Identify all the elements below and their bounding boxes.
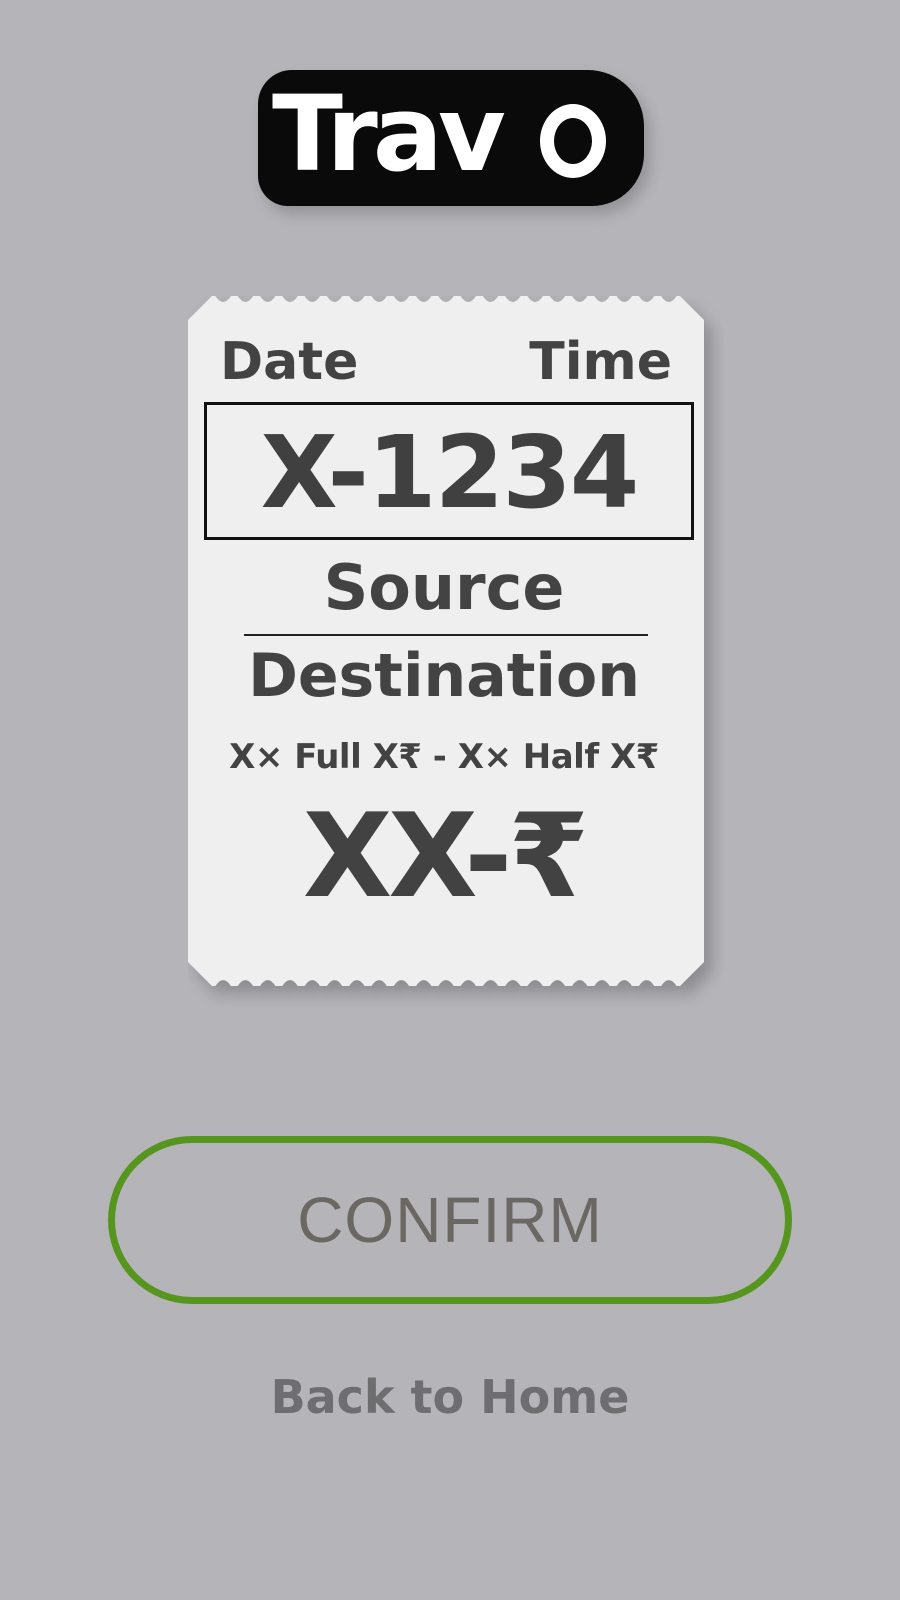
logo-ring-icon (540, 104, 606, 178)
time-label: Time (529, 332, 672, 392)
route-divider (244, 634, 648, 636)
source-label: Source (323, 551, 565, 624)
ticket-card: Date Time X-1234 Source Destination X× F… (188, 296, 724, 1008)
bus-number: X-1234 (260, 414, 640, 531)
logo-text: Trav (272, 73, 506, 195)
fare-total: XX-₹ (302, 789, 589, 924)
confirm-button-label: CONFIRM (297, 1184, 603, 1256)
confirm-button[interactable]: CONFIRM (108, 1136, 792, 1304)
bus-number-box: X-1234 (204, 402, 694, 540)
fare-breakdown: X× Full X₹ - X× Half X₹ (229, 737, 659, 777)
date-label: Date (220, 332, 359, 392)
destination-label: Destination (248, 641, 640, 711)
back-to-home-link[interactable]: Back to Home (0, 1370, 900, 1424)
